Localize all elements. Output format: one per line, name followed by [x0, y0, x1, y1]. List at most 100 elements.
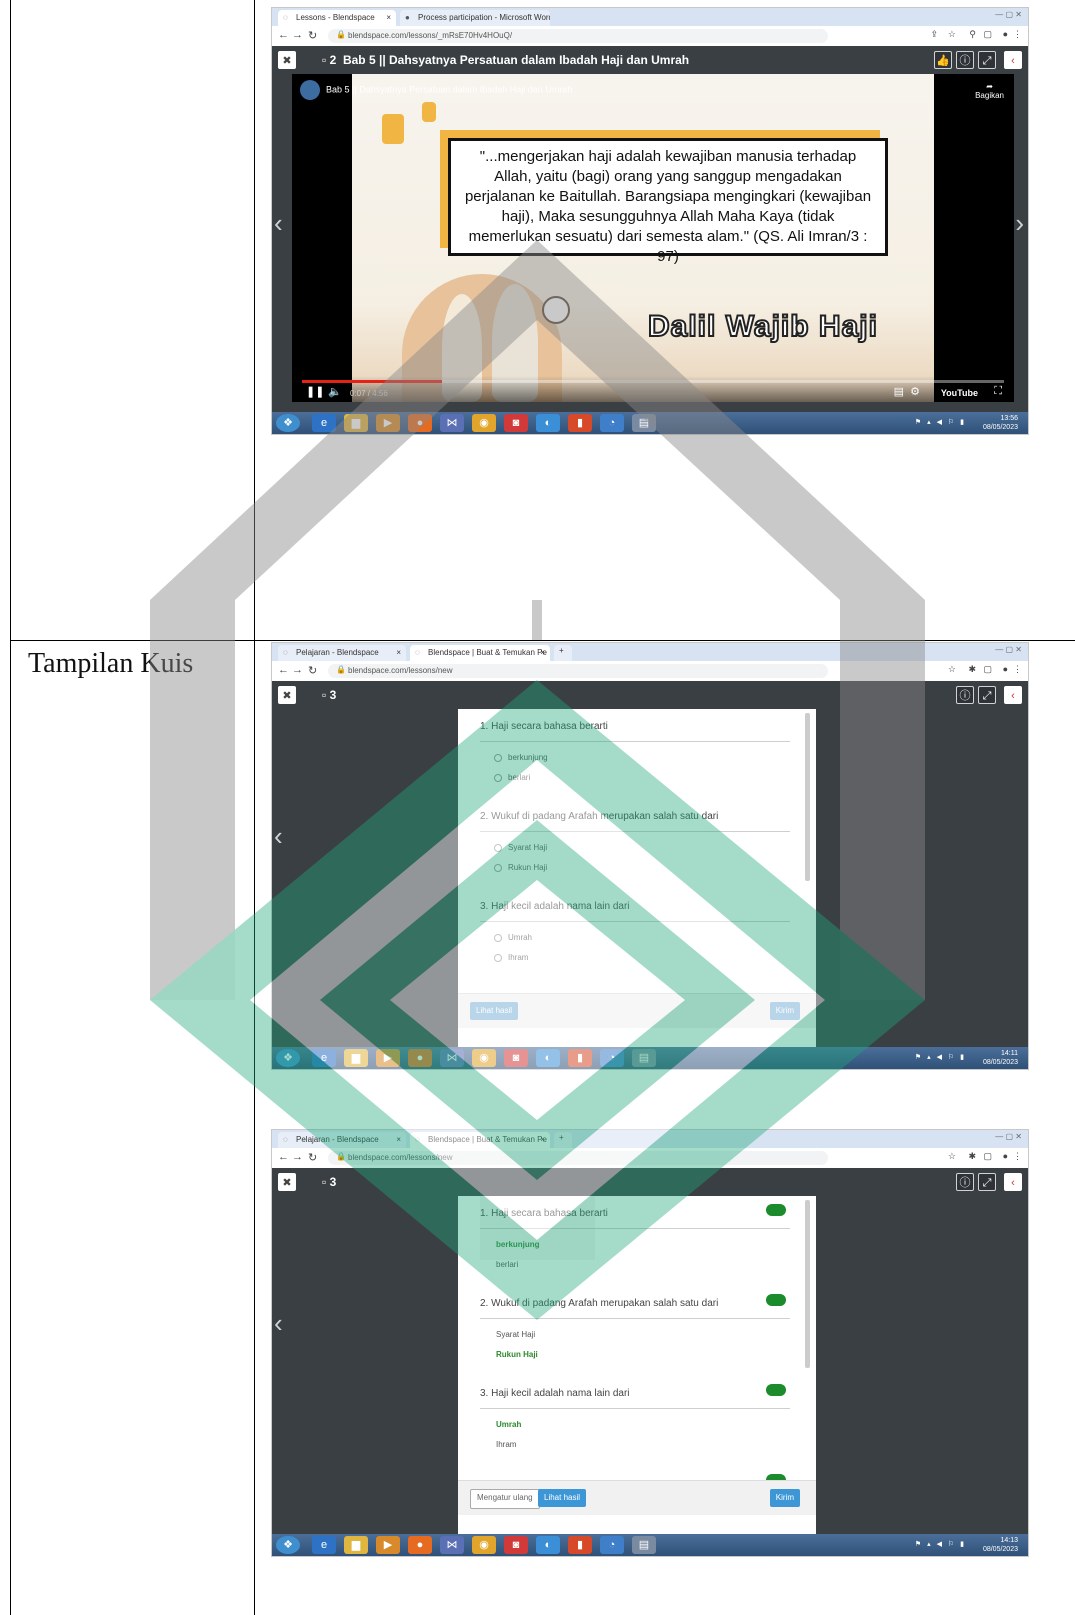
close-tab-icon[interactable]: × — [396, 648, 401, 657]
share-icon[interactable]: ⇪ — [930, 29, 938, 40]
close-tab-icon[interactable]: × — [396, 1135, 401, 1144]
folder-icon[interactable]: ▆ — [344, 414, 368, 432]
firefox-icon[interactable]: ● — [408, 1049, 432, 1067]
answer-option[interactable]: berkunjung — [494, 753, 548, 762]
app-icon[interactable]: ▤ — [632, 414, 656, 432]
ie-icon[interactable]: e — [312, 1049, 336, 1067]
close-tab-icon[interactable]: × — [540, 1135, 545, 1144]
fullscreen-button[interactable]: ⤢ — [978, 51, 996, 69]
extension-icon[interactable]: ✱ — [968, 1151, 976, 1162]
app-icon[interactable]: ◙ — [504, 414, 528, 432]
app-icon[interactable]: ◙ — [504, 1536, 528, 1554]
collapse-button[interactable]: ‹ — [1004, 1173, 1022, 1191]
app-icon[interactable]: ▮ — [568, 414, 592, 432]
radio-button[interactable] — [494, 753, 502, 762]
sidepanel-icon[interactable]: ▢ — [983, 29, 992, 40]
radio-button[interactable] — [494, 773, 502, 782]
forward-icon[interactable]: → — [292, 1151, 303, 1163]
menu-icon[interactable]: ⋮ — [1013, 29, 1022, 40]
answer-option[interactable]: berlari — [494, 773, 530, 782]
app-icon[interactable]: ▤ — [632, 1536, 656, 1554]
pause-icon[interactable]: ❚❚ — [306, 385, 324, 398]
reload-icon[interactable]: ↻ — [308, 1151, 317, 1164]
ie-icon[interactable]: e — [312, 414, 336, 432]
media-icon[interactable]: ▶ — [376, 1049, 400, 1067]
fullscreen-button[interactable]: ⤢ — [978, 1173, 996, 1191]
radio-button[interactable] — [494, 933, 502, 942]
app-icon[interactable]: ◐ — [536, 1536, 560, 1554]
browser-tab[interactable]: ◌ Blendspace | Buat & Temukan Pe × — [410, 645, 550, 661]
star-icon[interactable]: ☆ — [948, 1151, 956, 1162]
start-icon[interactable]: ❖ — [276, 1536, 300, 1554]
new-tab-button[interactable]: + — [554, 1132, 572, 1148]
folder-icon[interactable]: ▆ — [344, 1536, 368, 1554]
info-button[interactable]: ⓘ — [956, 51, 974, 69]
app-icon[interactable]: ◔ — [600, 1536, 624, 1554]
prev-arrow-icon[interactable]: ‹ — [274, 208, 283, 239]
media-icon[interactable]: ▶ — [376, 414, 400, 432]
start-icon[interactable]: ❖ — [276, 1049, 300, 1067]
see-results-button[interactable]: Lihat hasil — [538, 1489, 587, 1507]
profile-icon[interactable]: ● — [1003, 664, 1008, 674]
sidepanel-icon[interactable]: ▢ — [983, 1151, 992, 1162]
ie-icon[interactable]: e — [312, 1536, 336, 1554]
url-field[interactable]: 🔒 blendspace.com/lessons/new — [328, 664, 828, 678]
url-field[interactable]: 🔒 blendspace.com/lessons/new — [328, 1151, 828, 1165]
menu-icon[interactable]: ⋮ — [1013, 664, 1022, 675]
media-icon[interactable]: ▶ — [376, 1536, 400, 1554]
folder-icon[interactable]: ▆ — [344, 1049, 368, 1067]
app-icon[interactable]: ◔ — [600, 414, 624, 432]
youtube-logo[interactable]: YouTube — [941, 388, 978, 398]
scrollbar[interactable] — [805, 713, 810, 881]
chrome-icon[interactable]: ◉ — [472, 1536, 496, 1554]
system-tray[interactable]: ⚑ ▴ ◀ ⚐ ▮ — [915, 418, 966, 426]
submit-button[interactable]: Kirim — [769, 1002, 800, 1020]
forward-icon[interactable]: → — [292, 664, 303, 676]
browser-tab[interactable]: ◌ Pelajaran - Blendspace × — [278, 645, 406, 661]
reload-icon[interactable]: ↻ — [308, 664, 317, 677]
scrollbar[interactable] — [805, 1200, 810, 1368]
firefox-icon[interactable]: ● — [408, 1536, 432, 1554]
app-icon[interactable]: ◙ — [504, 1049, 528, 1067]
answer-option[interactable]: Syarat Haji — [494, 843, 547, 852]
close-lesson-button[interactable]: ✖ — [278, 1173, 296, 1191]
radio-button[interactable] — [494, 843, 502, 852]
fullscreen-icon[interactable]: ⛶ — [994, 385, 1002, 398]
menu-icon[interactable]: ⋮ — [1013, 1151, 1022, 1162]
see-results-button[interactable]: Lihat hasil — [470, 1002, 519, 1020]
window-controls[interactable]: — ▢ ✕ — [995, 1132, 1022, 1141]
info-button[interactable]: ⓘ — [956, 1173, 974, 1191]
chrome-icon[interactable]: ◉ — [472, 414, 496, 432]
new-tab-button[interactable]: + — [554, 645, 572, 661]
window-controls[interactable]: — ▢ ✕ — [995, 10, 1022, 19]
browser-tab[interactable]: ◌ Lessons - Blendspace × — [278, 10, 396, 26]
back-icon[interactable]: ← — [278, 664, 289, 676]
next-arrow-icon[interactable]: › — [1015, 208, 1024, 239]
prev-arrow-icon[interactable]: ‹ — [274, 821, 283, 852]
chrome-icon[interactable]: ◉ — [472, 1049, 496, 1067]
app-icon[interactable]: ⋈ — [440, 414, 464, 432]
like-button[interactable]: 👍 — [934, 51, 952, 69]
browser-tab[interactable]: ● Process participation - Microsoft Word — [400, 10, 550, 26]
close-tab-icon[interactable]: × — [540, 648, 545, 657]
settings-icon[interactable]: ⚙ — [910, 385, 920, 398]
sidepanel-icon[interactable]: ▢ — [983, 664, 992, 675]
close-tab-icon[interactable]: × — [386, 13, 391, 22]
app-icon[interactable]: ◔ — [600, 1049, 624, 1067]
system-tray[interactable]: ⚑ ▴ ◀ ⚐ ▮ — [915, 1540, 966, 1548]
answer-option[interactable]: Umrah — [494, 933, 532, 942]
app-icon[interactable]: ▮ — [568, 1049, 592, 1067]
app-icon[interactable]: ⋈ — [440, 1536, 464, 1554]
captions-icon[interactable]: ▤ — [894, 385, 904, 398]
submit-button[interactable]: Kirim — [769, 1489, 800, 1507]
collapse-button[interactable]: ‹ — [1004, 686, 1022, 704]
answer-option[interactable]: Ihram — [494, 953, 528, 962]
info-button[interactable]: ⓘ — [956, 686, 974, 704]
volume-icon[interactable]: 🔈 — [328, 385, 342, 398]
extension-icon[interactable]: ✱ — [968, 664, 976, 675]
app-icon[interactable]: ▮ — [568, 1536, 592, 1554]
app-icon[interactable]: ⋈ — [440, 1049, 464, 1067]
profile-icon[interactable]: ● — [1003, 1151, 1008, 1161]
star-icon[interactable]: ☆ — [948, 29, 956, 40]
url-field[interactable]: 🔒 blendspace.com/lessons/_mRsE70Hv4HOuQ/ — [328, 29, 828, 43]
